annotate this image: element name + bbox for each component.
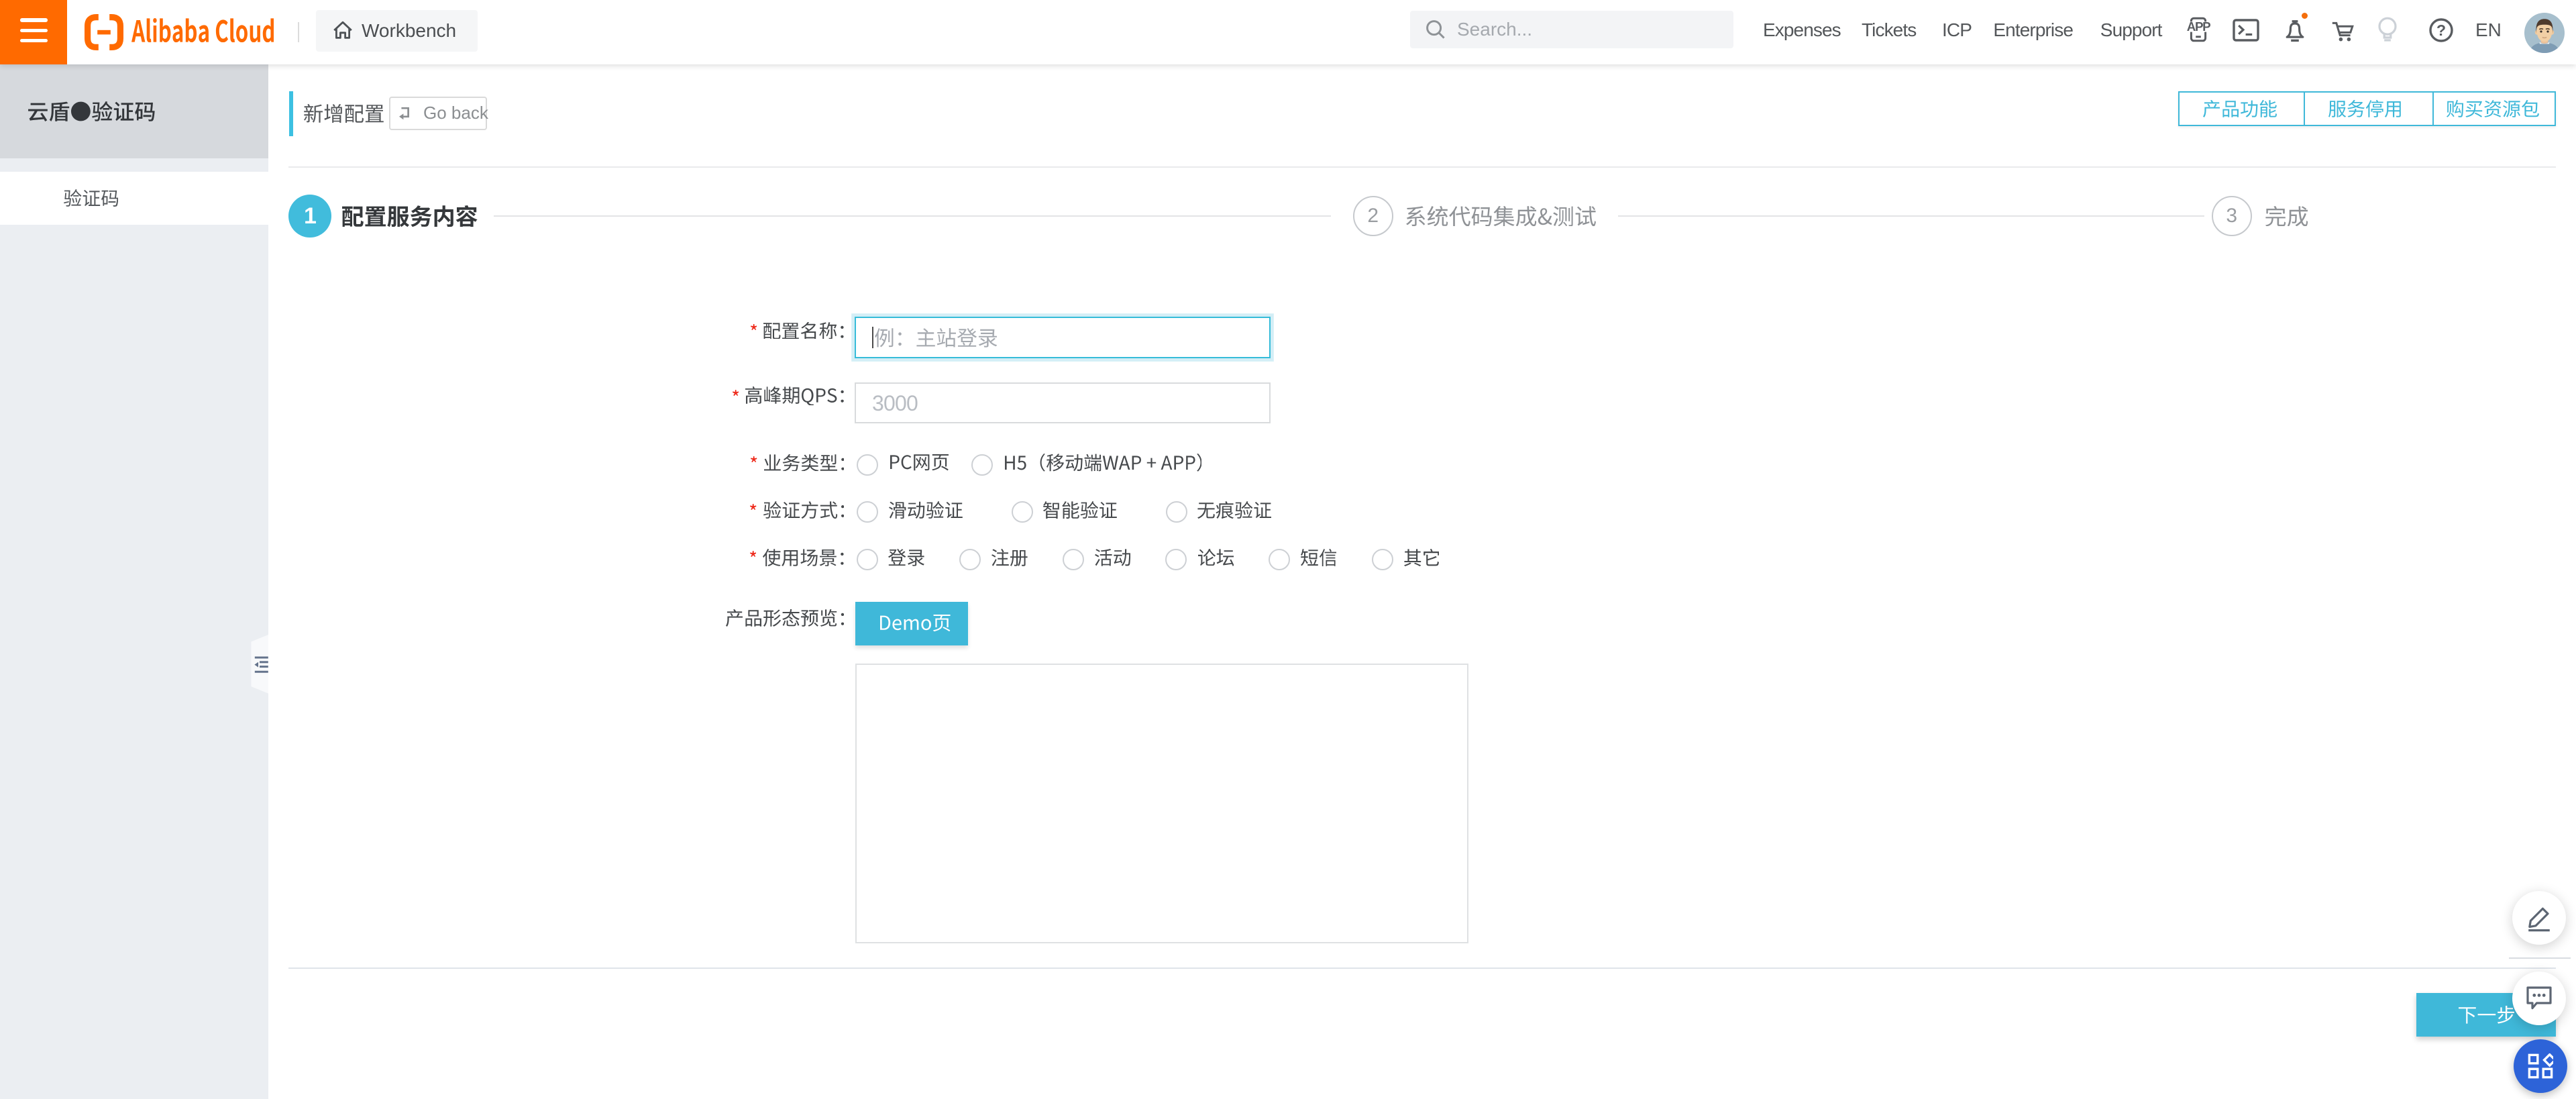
svg-text:APP: APP — [2187, 19, 2210, 34]
svg-text:?: ? — [2436, 21, 2446, 39]
